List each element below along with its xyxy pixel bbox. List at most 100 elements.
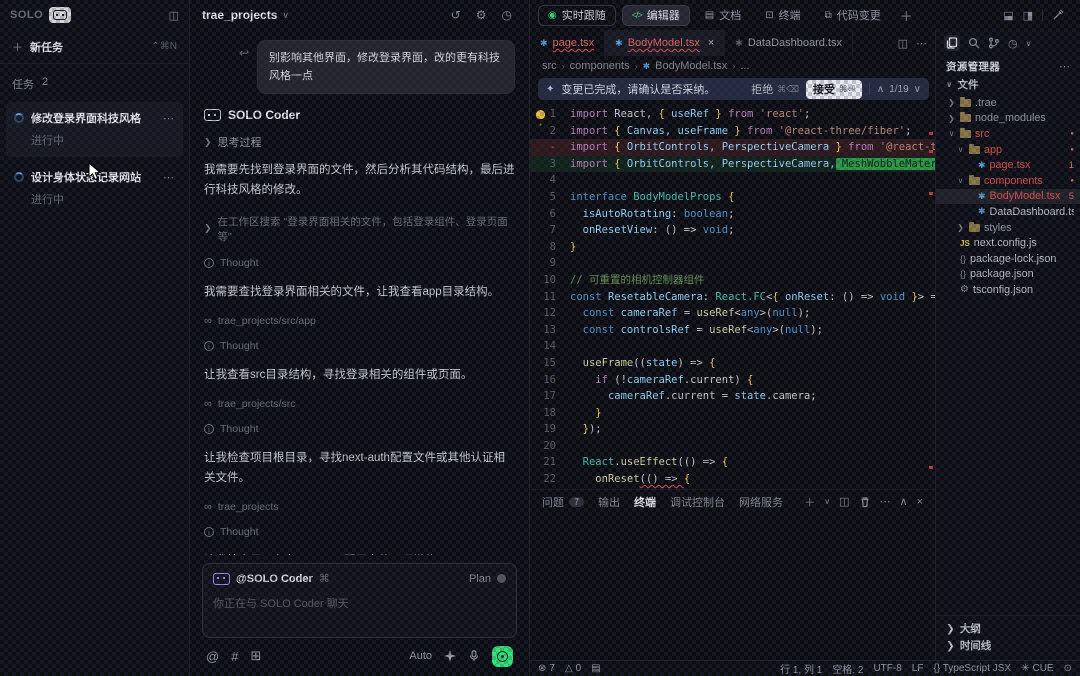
explorer-more-icon[interactable]: ⋯ bbox=[1059, 60, 1070, 73]
tab-terminal-panel[interactable]: 终端 bbox=[634, 494, 656, 510]
feedback-icon[interactable]: ⊙ bbox=[1064, 663, 1072, 674]
history-clock-icon[interactable]: ◷ bbox=[497, 8, 517, 22]
code-line[interactable]: 13 const controlsRef = useRef<any>(null)… bbox=[530, 322, 935, 339]
chat-input-box[interactable]: @SOLO Coder ⌘ Plan 你正在与 SOLO Coder 聊天 bbox=[202, 563, 517, 638]
cursor-position[interactable]: 行 1, 列 1 bbox=[780, 661, 822, 676]
new-session-icon[interactable]: ↺ bbox=[446, 8, 466, 22]
tool-call-row[interactable]: ❯在工作区搜索 "登录界面相关的文件，包括登录组件、登录页面等" bbox=[204, 214, 515, 244]
code-line[interactable]: 10// 可重置的相机控制器组件 bbox=[530, 272, 935, 289]
toggle-right-sidebar-icon[interactable]: ◨ bbox=[1023, 9, 1033, 22]
maximize-panel-icon[interactable]: ∧ bbox=[900, 495, 908, 508]
folder-link-row[interactable]: ∞trae_projects/src bbox=[204, 398, 515, 410]
new-terminal-icon[interactable]: ＋ bbox=[804, 494, 815, 510]
tree-item-BodyModel.tsx[interactable]: ✱BodyModel.tsx5 bbox=[936, 189, 1080, 205]
tree-item-components[interactable]: ∨components● bbox=[936, 173, 1080, 189]
code-line[interactable]: 3import { OrbitControls, PerspectiveCame… bbox=[530, 156, 935, 173]
toggle-bottom-panel-icon[interactable]: ⬓ bbox=[1003, 9, 1013, 22]
code-line[interactable]: 9 bbox=[530, 255, 935, 272]
project-chevron-icon[interactable]: ∨ bbox=[282, 10, 289, 21]
project-name[interactable]: trae_projects bbox=[202, 8, 277, 22]
more-views-chevron-icon[interactable]: ∨ bbox=[1026, 39, 1032, 48]
outline-section-toggle[interactable]: ❯大纲 bbox=[936, 620, 1080, 637]
tab-code-changes[interactable]: ⧉ 代码变更 bbox=[816, 5, 890, 26]
folder-link-row[interactable]: ∞trae_projects bbox=[204, 501, 515, 513]
kill-terminal-icon[interactable] bbox=[859, 496, 871, 508]
tree-item-package-lock.json[interactable]: {}package-lock.json bbox=[936, 251, 1080, 267]
code-line[interactable]: 15 useFrame((state) => { bbox=[530, 355, 935, 372]
tree-item-app[interactable]: ∨app● bbox=[936, 142, 1080, 158]
terminal-content[interactable] bbox=[530, 513, 935, 660]
more-actions-icon[interactable]: ⋯ bbox=[916, 37, 927, 50]
task-card[interactable]: 修改登录界面科技风格⋯进行中 bbox=[6, 102, 183, 157]
timeline-section-toggle[interactable]: ❯时间线 bbox=[936, 637, 1080, 654]
ports-icon[interactable]: ▤ bbox=[591, 663, 600, 674]
model-mode-selector[interactable]: Auto bbox=[409, 650, 432, 662]
revert-message-icon[interactable]: ↩ bbox=[239, 46, 249, 60]
next-change-icon[interactable]: ∨ bbox=[914, 84, 921, 95]
tree-item-.trae[interactable]: ❯.trae bbox=[936, 95, 1080, 111]
editor-tab-bodymodel[interactable]: ✱ BodyModel.tsx × bbox=[605, 30, 725, 56]
code-line[interactable]: 4 bbox=[530, 172, 935, 189]
history-clock-icon[interactable]: ◷ bbox=[1008, 37, 1018, 50]
terminal-more-icon[interactable]: ⋯ bbox=[880, 495, 891, 508]
tab-editor[interactable]: </> 编辑器 bbox=[622, 5, 690, 26]
code-line[interactable]: 21 React.useEffect(() => { bbox=[530, 454, 935, 471]
cue-indicator[interactable]: ✳ CUE bbox=[1021, 663, 1054, 674]
language-mode[interactable]: {} TypeScript JSX bbox=[933, 663, 1011, 674]
code-line[interactable]: 12 const cameraRef = useRef<any>(null); bbox=[530, 305, 935, 322]
microphone-icon[interactable] bbox=[468, 650, 480, 662]
breadcrumb-symbol[interactable]: ... bbox=[740, 60, 749, 72]
tab-debug-console[interactable]: 调试控制台 bbox=[670, 494, 725, 510]
tree-item-next.config.js[interactable]: JSnext.config.js bbox=[936, 235, 1080, 251]
task-menu-icon[interactable]: ⋯ bbox=[163, 171, 175, 184]
tab-output[interactable]: 输出 bbox=[598, 494, 620, 510]
tab-problems[interactable]: 问题 7 bbox=[542, 494, 584, 510]
lightbulb-quickfix-icon[interactable] bbox=[536, 110, 545, 119]
new-task-button[interactable]: ＋ 新任务 ⌃⌘N bbox=[0, 30, 189, 64]
tab-terminal[interactable]: ⊡ 终端 bbox=[756, 5, 809, 26]
code-line[interactable]: 20 bbox=[530, 438, 935, 455]
customize-layout-icon[interactable] bbox=[1052, 9, 1064, 21]
tree-item-tsconfig.json[interactable]: ⚙tsconfig.json bbox=[936, 282, 1080, 298]
code-line[interactable]: 7 onResetView: () => void; bbox=[530, 222, 935, 239]
accept-changes-button[interactable]: 接受⌘⏎ bbox=[806, 80, 862, 99]
code-line[interactable]: 5interface BodyModelProps { bbox=[530, 189, 935, 206]
files-section-toggle[interactable]: ∨ 文件 bbox=[936, 76, 1080, 93]
tab-network[interactable]: 网络服务 bbox=[739, 494, 783, 510]
encoding[interactable]: UTF-8 bbox=[873, 663, 901, 674]
code-line[interactable]: 17 cameraRef.current = state.camera; bbox=[530, 388, 935, 405]
code-line[interactable]: 16 if (!cameraRef.current) { bbox=[530, 372, 935, 389]
code-line[interactable]: 19 }); bbox=[530, 421, 935, 438]
split-terminal-icon[interactable]: ◫ bbox=[839, 495, 849, 508]
stop-send-button[interactable] bbox=[492, 646, 513, 667]
tree-item-package.json[interactable]: {}package.json bbox=[936, 267, 1080, 283]
tree-item-page.tsx[interactable]: ✱page.tsx1 bbox=[936, 157, 1080, 173]
source-control-icon[interactable] bbox=[988, 37, 1000, 49]
search-icon[interactable] bbox=[968, 37, 980, 49]
agent-mention-chip[interactable]: @SOLO Coder bbox=[236, 573, 313, 585]
attach-image-icon[interactable]: ⊞ bbox=[250, 648, 261, 664]
warnings-indicator[interactable]: △ 0 bbox=[565, 663, 581, 674]
tree-item-styles[interactable]: ❯styles bbox=[936, 220, 1080, 236]
tree-item-DataDashboard.tsx[interactable]: ✱DataDashboard.tsx bbox=[936, 204, 1080, 220]
folder-link-row[interactable]: ∞trae_projects/src/app bbox=[204, 315, 515, 327]
reject-changes-button[interactable]: 拒绝⌘⌫ bbox=[751, 81, 799, 97]
errors-indicator[interactable]: ⊗ 7 bbox=[538, 663, 555, 674]
editor-tab-datadashboard[interactable]: ✱ DataDashboard.tsx bbox=[725, 30, 853, 56]
toggle-task-panel-icon[interactable]: ◫ bbox=[169, 9, 179, 22]
plan-mode-label[interactable]: Plan bbox=[469, 573, 491, 585]
task-menu-icon[interactable]: ⋯ bbox=[163, 112, 175, 125]
explorer-files-icon[interactable] bbox=[944, 35, 960, 51]
terminal-dropdown-icon[interactable]: ∨ bbox=[824, 497, 830, 506]
mention-at-icon[interactable]: @ bbox=[206, 649, 219, 664]
code-editor[interactable]: 1import React, { useRef } from 'react'; 2… bbox=[530, 102, 935, 489]
breadcrumb-components[interactable]: components bbox=[570, 60, 630, 72]
thinking-process-toggle[interactable]: ❯ 思考过程 bbox=[204, 134, 515, 150]
code-line[interactable]: 1import React, { useRef } from 'react'; bbox=[530, 106, 935, 123]
prev-change-icon[interactable]: ∧ bbox=[877, 84, 884, 95]
code-line[interactable]: 8} bbox=[530, 239, 935, 256]
close-tab-icon[interactable]: × bbox=[708, 37, 714, 49]
split-editor-icon[interactable]: ◫ bbox=[898, 37, 908, 50]
close-panel-icon[interactable]: × bbox=[917, 496, 923, 508]
settings-gear-icon[interactable]: ⚙ bbox=[471, 8, 492, 22]
